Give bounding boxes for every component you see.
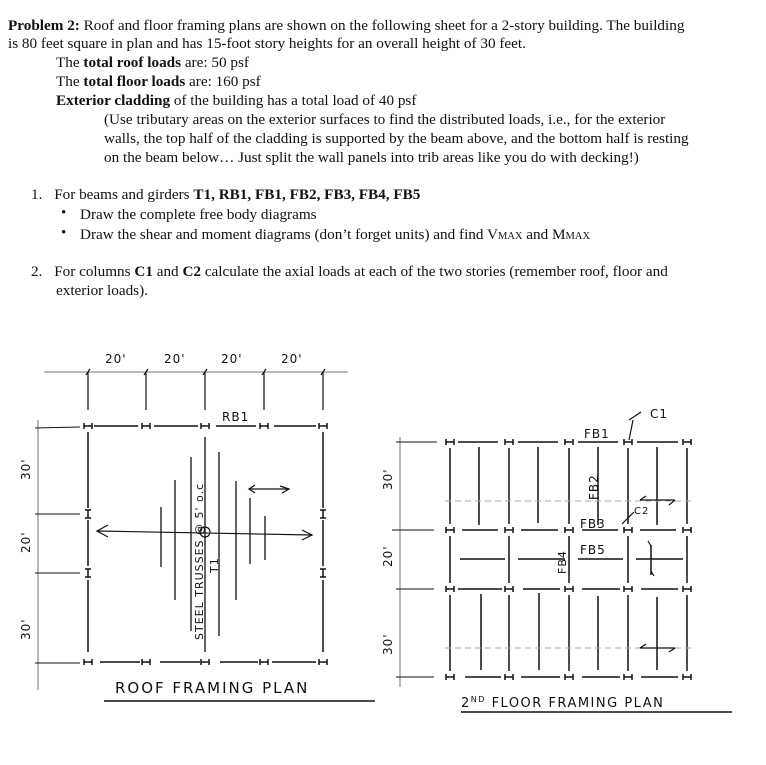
c1-label: C1 [650,407,668,421]
floor-framing-plan: 30' 20' 30' FB1 C1 FB2 FB3 C2 FB4 FB5 2N… [381,407,732,713]
fb1-label: FB1 [584,427,610,441]
roof-dim-top-3: 20' [221,352,243,366]
floor-dim-side-2: 20' [381,545,395,567]
floor-dim-side-3: 30' [381,633,395,655]
roof-dim-top-2: 20' [164,352,186,366]
roof-dim-side-2: 20' [19,531,33,553]
fb4-label: FB4 [556,550,569,574]
c2-label: C2 [634,506,649,517]
roof-dim-top-4: 20' [281,352,303,366]
roof-framing-plan: 20' 20' 20' 20' 30' 20' 30' RB1 STEEL TR… [19,352,375,702]
t1-label: T1 [208,557,221,574]
roof-plan-title: ROOF FRAMING PLAN [115,679,309,697]
truss-label: STEEL TRUSSES @ 5' o.c [193,483,206,640]
fb3-label: FB3 [580,517,606,531]
floor-plan-title: 2ND FLOOR FRAMING PLAN [461,695,664,711]
fb5-label: FB5 [580,543,606,557]
roof-dim-side-1: 30' [19,458,33,480]
roof-dim-side-3: 30' [19,618,33,640]
fb2-label: FB2 [587,474,601,500]
framing-plans-drawing: 20' 20' 20' 20' 30' 20' 30' RB1 STEEL TR… [19,352,732,713]
rb1-label: RB1 [222,410,249,424]
roof-dim-top-1: 20' [105,352,127,366]
floor-dim-side-1: 30' [381,468,395,490]
